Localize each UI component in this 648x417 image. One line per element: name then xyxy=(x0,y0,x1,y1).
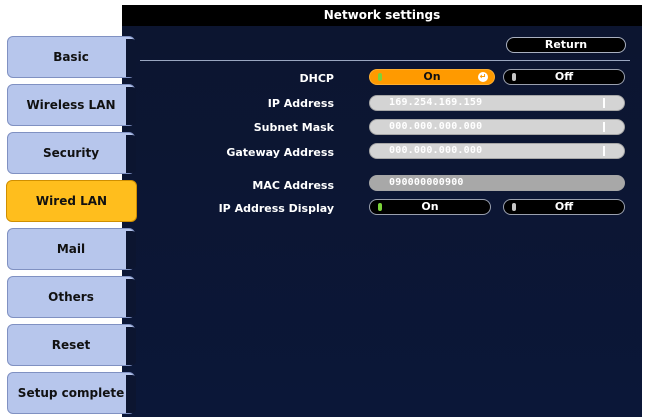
sidebar-item-setup-complete[interactable]: Setup complete xyxy=(7,372,136,414)
sidebar-item-mail[interactable]: Mail xyxy=(7,228,136,270)
enter-icon: ↵ xyxy=(478,72,488,82)
ip-address-field[interactable]: 169.254.169.159 xyxy=(369,95,625,111)
dhcp-off-toggle[interactable]: Off xyxy=(503,69,625,85)
led-on-icon xyxy=(378,73,382,81)
gateway-address-value: 000.000.000.000 xyxy=(389,145,483,156)
sidebar-item-label: Wired LAN xyxy=(35,194,108,208)
ip-address-display-label: IP Address Display xyxy=(218,202,334,215)
ip-display-on-toggle[interactable]: On xyxy=(369,199,491,215)
sidebar-item-label: Others xyxy=(48,290,94,304)
mac-address-label: MAC Address xyxy=(252,179,334,192)
ip-address-label: IP Address xyxy=(267,97,334,110)
led-off-icon xyxy=(512,203,516,211)
ip-display-off-label: Off xyxy=(554,200,574,213)
projector-settings-screen: Network settings Basic Wireless LAN Secu… xyxy=(0,0,648,417)
dhcp-label: DHCP xyxy=(299,72,334,85)
ip-display-on-label: On xyxy=(421,200,439,213)
led-on-icon xyxy=(378,203,382,211)
subnet-mask-value: 000.000.000.000 xyxy=(389,121,483,132)
window-title: Network settings xyxy=(122,5,642,26)
sidebar-item-label: Mail xyxy=(56,242,86,256)
dhcp-on-toggle[interactable]: On ↵ xyxy=(369,69,495,85)
sidebar-item-label: Setup complete xyxy=(17,386,125,400)
ip-address-value: 169.254.169.159 xyxy=(389,97,483,108)
sidebar-item-reset[interactable]: Reset xyxy=(7,324,136,366)
sidebar-item-others[interactable]: Others xyxy=(7,276,136,318)
sidebar-item-security[interactable]: Security xyxy=(7,132,136,174)
sidebar-item-wired-lan[interactable]: Wired LAN xyxy=(6,180,137,222)
sidebar-item-label: Basic xyxy=(53,50,89,64)
led-off-icon xyxy=(512,73,516,81)
mac-address-field: 090000000900 xyxy=(369,175,625,191)
ip-display-off-toggle[interactable]: Off xyxy=(503,199,625,215)
sidebar-item-label: Reset xyxy=(51,338,91,352)
divider xyxy=(140,60,630,61)
sidebar-item-label: Security xyxy=(42,146,100,160)
subnet-mask-label: Subnet Mask xyxy=(253,121,334,134)
sidebar-item-label: Wireless LAN xyxy=(26,98,116,112)
sidebar-item-wireless-lan[interactable]: Wireless LAN xyxy=(7,84,136,126)
dhcp-off-label: Off xyxy=(554,70,574,83)
dhcp-on-label: On xyxy=(423,70,441,83)
sidebar-item-basic[interactable]: Basic xyxy=(7,36,136,78)
return-button[interactable]: Return xyxy=(506,37,626,53)
gateway-address-label: Gateway Address xyxy=(226,146,334,159)
gateway-address-field[interactable]: 000.000.000.000 xyxy=(369,143,625,159)
mac-address-value: 090000000900 xyxy=(389,177,464,188)
subnet-mask-field[interactable]: 000.000.000.000 xyxy=(369,119,625,135)
